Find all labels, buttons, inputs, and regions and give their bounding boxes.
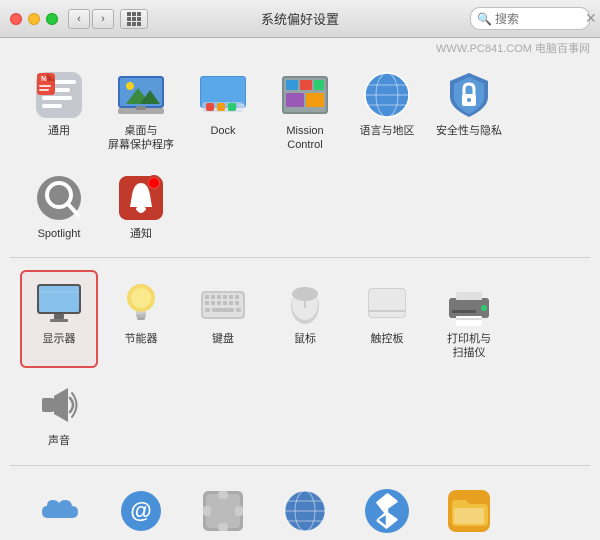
close-button[interactable] — [10, 13, 22, 25]
internet-icon: @ — [116, 486, 166, 536]
section-internet: iCloud @ 互联网帐户 — [10, 470, 590, 540]
security-icon — [444, 70, 494, 120]
back-button[interactable]: ‹ — [68, 9, 90, 29]
printer-icon — [444, 278, 494, 328]
keyboard-label: 键盘 — [212, 332, 234, 346]
nav-buttons: ‹ › — [68, 9, 148, 29]
item-general[interactable]: N ew 通用 — [20, 62, 98, 161]
mission-label: MissionControl — [286, 124, 323, 153]
search-clear-button[interactable]: ✕ — [585, 10, 597, 27]
item-sharing[interactable]: 共享 — [430, 478, 508, 540]
spotlight-icon — [34, 173, 84, 223]
desktop-label: 桌面与屏幕保护程序 — [108, 124, 174, 153]
language-icon — [362, 70, 412, 120]
general-label: 通用 — [48, 124, 70, 138]
network-icon — [280, 486, 330, 536]
sound-label: 声音 — [48, 434, 70, 448]
mouse-label: 鼠标 — [294, 332, 316, 346]
titlebar: ‹ › 系统偏好设置 🔍 ✕ — [0, 0, 600, 38]
extensions-icon — [198, 486, 248, 536]
section-hardware: 显示器 节能器 — [10, 262, 590, 466]
item-keyboard[interactable]: 键盘 — [184, 270, 262, 369]
desktop-icon — [116, 70, 166, 120]
traffic-lights — [10, 13, 58, 25]
search-input[interactable] — [495, 12, 585, 26]
energy-icon — [116, 278, 166, 328]
item-icloud[interactable]: iCloud — [20, 478, 98, 540]
item-desktop[interactable]: 桌面与屏幕保护程序 — [102, 62, 180, 161]
item-internet[interactable]: @ 互联网帐户 — [102, 478, 180, 540]
display-label: 显示器 — [43, 332, 76, 346]
item-extensions[interactable]: 扩展 — [184, 478, 262, 540]
notification-icon — [116, 173, 166, 223]
item-spotlight[interactable]: Spotlight — [20, 165, 98, 249]
dock-icon — [198, 70, 248, 120]
spotlight-label: Spotlight — [38, 227, 81, 241]
item-trackpad[interactable]: 触控板 — [348, 270, 426, 369]
language-label: 语言与地区 — [360, 124, 415, 138]
search-box[interactable]: 🔍 ✕ — [470, 7, 590, 30]
minimize-button[interactable] — [28, 13, 40, 25]
general-icon: N ew — [34, 70, 84, 120]
item-printer[interactable]: 打印机与扫描仪 — [430, 270, 508, 369]
item-mission[interactable]: MissionControl — [266, 62, 344, 161]
printer-label: 打印机与扫描仪 — [447, 332, 491, 361]
item-bluetooth[interactable]: 蓝牙 — [348, 478, 426, 540]
content-area: N ew 通用 桌面与屏幕保护程序 — [0, 38, 600, 540]
section-personal: N ew 通用 桌面与屏幕保护程序 — [10, 54, 590, 258]
grid-icon — [127, 12, 141, 26]
item-mouse[interactable]: 鼠标 — [266, 270, 344, 369]
svg-text:ew: ew — [41, 77, 48, 83]
dock-label: Dock — [210, 124, 235, 138]
item-dock[interactable]: Dock — [184, 62, 262, 161]
trackpad-icon — [362, 278, 412, 328]
trackpad-label: 触控板 — [371, 332, 404, 346]
svg-text:@: @ — [130, 498, 151, 523]
forward-button[interactable]: › — [92, 9, 114, 29]
window-title: 系统偏好设置 — [261, 9, 339, 28]
notification-label: 通知 — [130, 227, 152, 241]
item-display[interactable]: 显示器 — [20, 270, 98, 369]
mission-icon — [280, 70, 330, 120]
item-energy[interactable]: 节能器 — [102, 270, 180, 369]
search-icon: 🔍 — [477, 12, 492, 26]
grid-button[interactable] — [120, 9, 148, 29]
keyboard-icon — [198, 278, 248, 328]
item-language[interactable]: 语言与地区 — [348, 62, 426, 161]
sharing-icon — [444, 486, 494, 536]
item-security[interactable]: 安全性与隐私 — [430, 62, 508, 161]
energy-label: 节能器 — [125, 332, 158, 346]
item-network[interactable]: 网络 — [266, 478, 344, 540]
mouse-icon — [280, 278, 330, 328]
item-notification[interactable]: 通知 — [102, 165, 180, 249]
bluetooth-icon — [362, 486, 412, 536]
icloud-icon — [34, 486, 84, 536]
display-icon — [34, 278, 84, 328]
sound-icon — [34, 380, 84, 430]
item-sound[interactable]: 声音 — [20, 372, 98, 456]
security-label: 安全性与隐私 — [436, 124, 502, 138]
maximize-button[interactable] — [46, 13, 58, 25]
